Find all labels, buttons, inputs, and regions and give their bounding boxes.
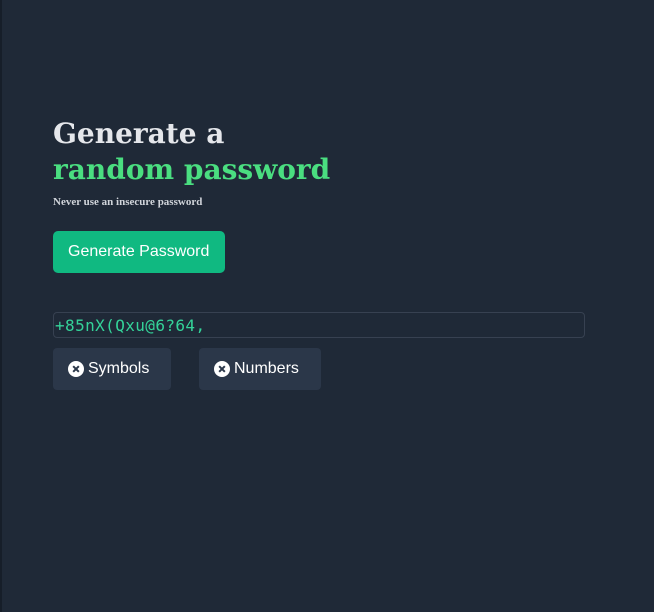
password-generator: Generate a random password Never use an …	[53, 116, 593, 390]
title-line-1: Generate a	[53, 117, 225, 150]
options-row: Symbols Numbers	[53, 348, 321, 390]
x-circle-icon	[214, 361, 230, 377]
x-circle-icon	[68, 361, 84, 377]
symbols-toggle-button[interactable]: Symbols	[53, 348, 171, 390]
page-title: Generate a random password	[53, 116, 593, 188]
numbers-toggle-button[interactable]: Numbers	[199, 348, 321, 390]
numbers-label: Numbers	[234, 360, 299, 377]
password-output-field[interactable]	[53, 312, 585, 338]
window-edge	[0, 0, 2, 612]
symbols-label: Symbols	[88, 360, 150, 377]
generate-password-button[interactable]: Generate Password	[53, 231, 226, 273]
subtitle: Never use an insecure password	[53, 196, 203, 208]
title-line-2-highlight: random password	[53, 153, 331, 186]
